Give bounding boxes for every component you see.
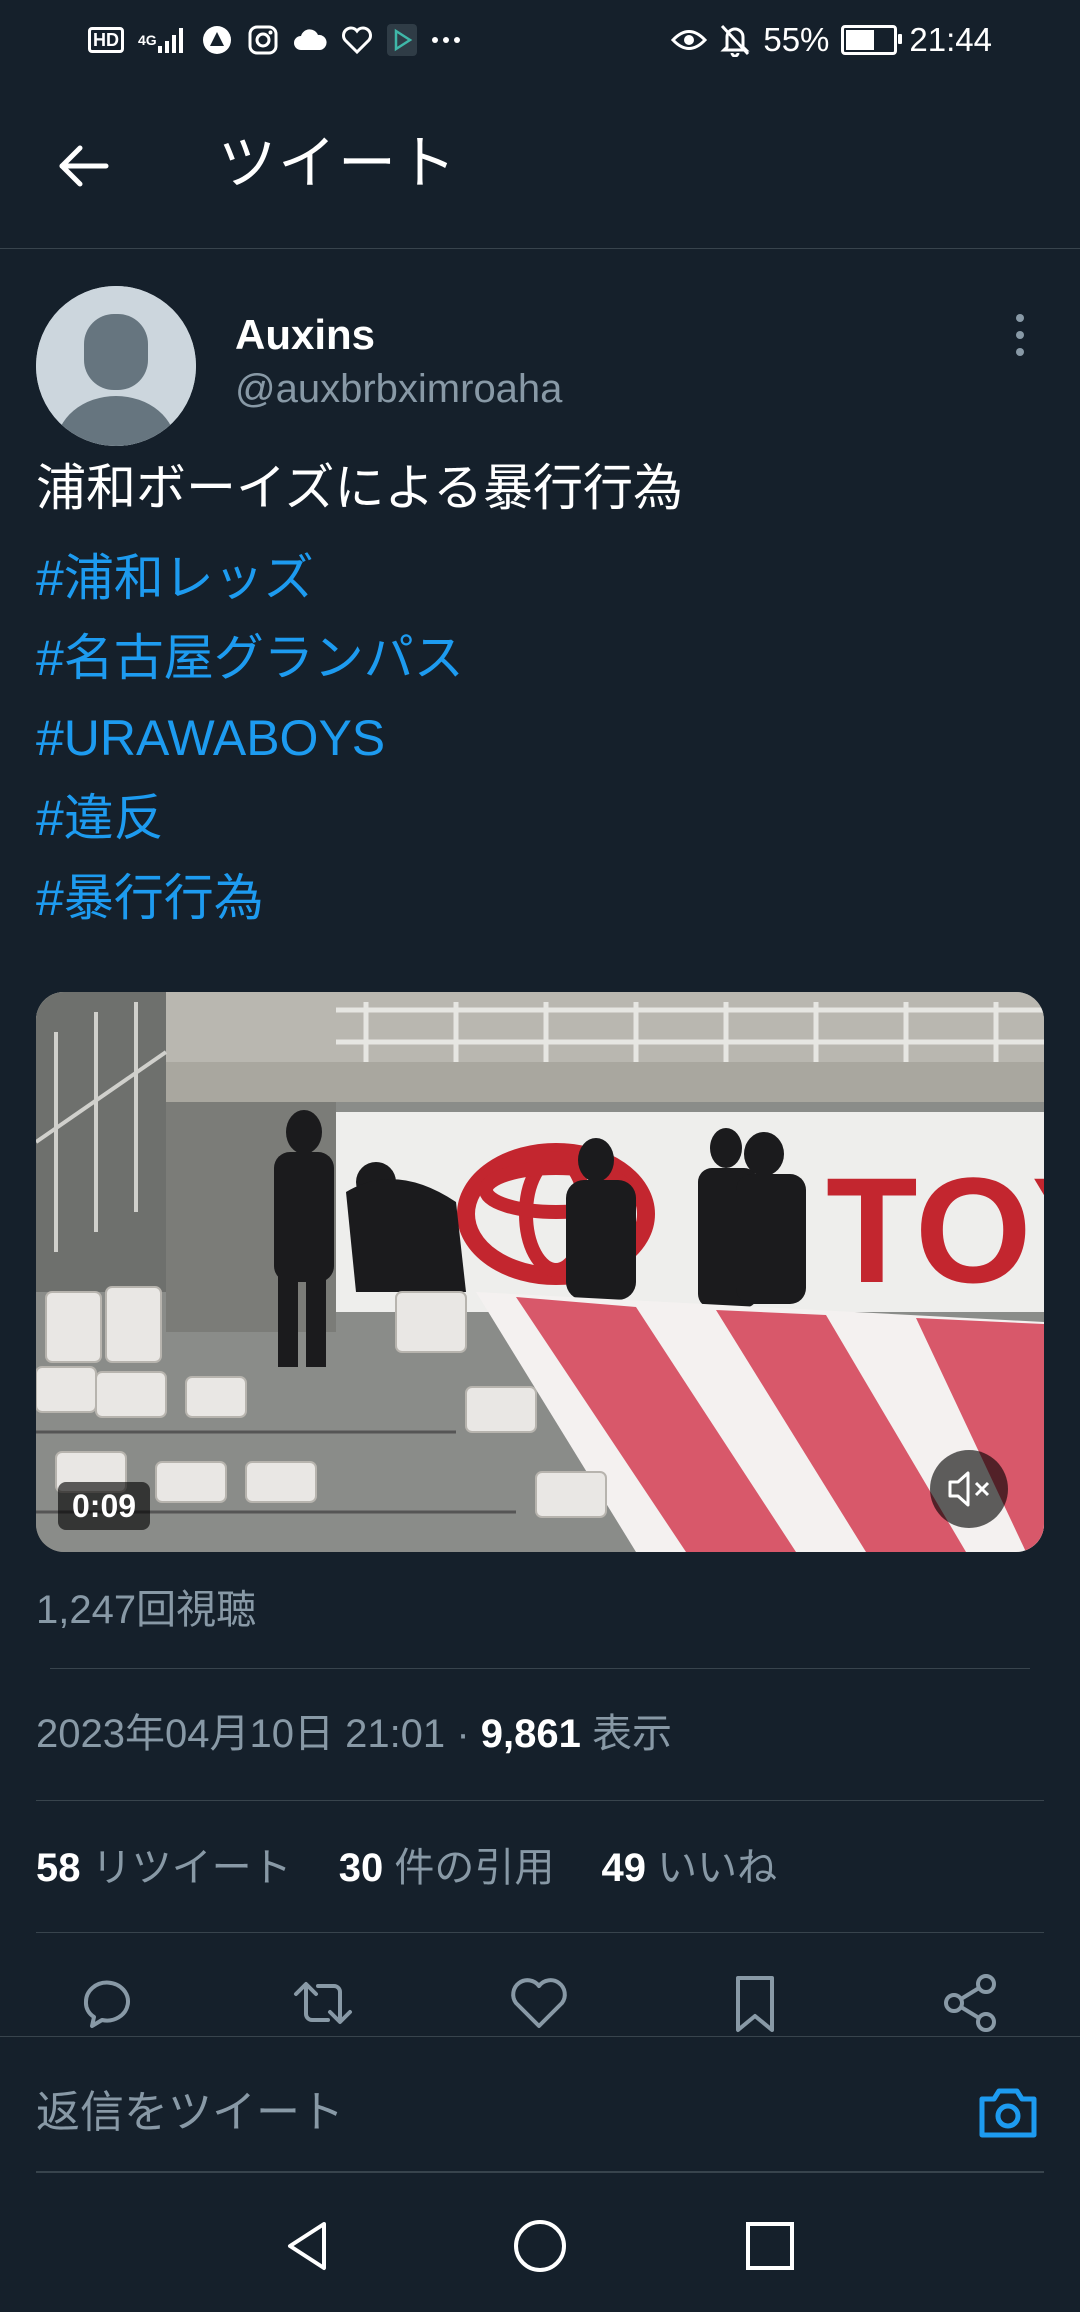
nav-home-icon[interactable] [510, 2216, 570, 2276]
app-bar: ツイート [0, 80, 1080, 249]
quotes-count: 30 [338, 1846, 384, 1890]
nav-back-icon[interactable] [278, 2216, 338, 2276]
bell-off-icon [719, 23, 751, 57]
reply-icon[interactable] [72, 1968, 142, 2038]
hd-icon: HD [88, 27, 124, 53]
play-store-icon [386, 24, 417, 56]
divider [36, 1932, 1044, 1933]
likes-label: いいね [657, 1846, 778, 1890]
status-bar: HD 4G 55% 21:44 [0, 0, 1080, 80]
hashtag-list: #浦和レッズ #名古屋グランパス #URAWABOYS #違反 #暴行行為 [36, 540, 1036, 940]
reply-input[interactable]: 返信をツイート [36, 2085, 344, 2141]
hashtag-link[interactable]: #浦和レッズ [36, 540, 1036, 620]
retweet-icon[interactable] [288, 1968, 358, 2038]
quotes-label: 件の引用 [394, 1846, 555, 1890]
hashtag-link[interactable]: #名古屋グランパス [36, 620, 1036, 700]
tweet-actions [0, 1960, 1080, 2040]
likes-stat[interactable]: 49 いいね [602, 1846, 778, 1890]
app-icon [201, 24, 233, 56]
share-icon[interactable] [936, 1968, 1006, 2038]
battery-icon [841, 25, 903, 55]
user-handle[interactable]: @auxbrbximroaha [235, 366, 562, 412]
likes-count: 49 [601, 1846, 647, 1890]
retweets-label: リツイート [91, 1846, 292, 1890]
cloud-icon [293, 28, 327, 52]
arrow-left-icon[interactable] [54, 136, 114, 196]
display-name[interactable]: Auxins [235, 312, 375, 358]
impressions-count: 9,861 [480, 1712, 581, 1756]
divider [36, 1800, 1044, 1801]
banner-text: TOY [826, 1146, 1044, 1314]
status-bar-left: HD 4G [88, 18, 461, 62]
reply-bar: 返信をツイート [0, 2036, 1080, 2173]
instagram-icon [247, 24, 279, 56]
engagement-stats: 58 リツイート 30 件の引用 49 いいね [36, 1840, 813, 1896]
hashtag-link[interactable]: #暴行行為 [36, 860, 1036, 940]
eye-icon [671, 27, 708, 53]
video-player[interactable]: TOY 0:09 [36, 992, 1044, 1552]
hashtag-link[interactable]: #違反 [36, 780, 1036, 860]
video-frame: TOY [36, 992, 1044, 1552]
mute-icon[interactable] [930, 1450, 1008, 1528]
default-avatar-icon [36, 286, 196, 446]
network-type: 4G [138, 32, 157, 48]
heart-icon [341, 25, 373, 55]
video-view-count: 1,247回視聴 [36, 1588, 257, 1632]
clock: 21:44 [909, 21, 992, 58]
camera-icon[interactable] [976, 2083, 1040, 2143]
battery-percent: 55% [763, 21, 830, 58]
retweets-count: 58 [36, 1846, 81, 1890]
video-duration: 0:09 [58, 1482, 151, 1530]
nav-recents-icon[interactable] [740, 2216, 800, 2276]
system-nav-bar [0, 2172, 1080, 2312]
quotes-stat[interactable]: 30 件の引用 [339, 1846, 555, 1890]
avatar[interactable] [36, 286, 196, 446]
status-bar-right: 55% 21:44 [671, 18, 992, 62]
timestamp[interactable]: 2023年04月10日 21:01 [36, 1712, 445, 1756]
impressions-label: 表示 [592, 1712, 672, 1756]
more-dots-icon [431, 35, 461, 45]
tweet-text: 浦和ボーイズによる暴行行為 [36, 460, 683, 516]
battery-fill [846, 30, 874, 50]
signal-icon: 4G [138, 26, 187, 54]
bookmark-icon[interactable] [720, 1968, 790, 2038]
retweets-stat[interactable]: 58 リツイート [36, 1846, 292, 1890]
divider [50, 1668, 1030, 1669]
hashtag-link[interactable]: #URAWABOYS [36, 700, 1036, 780]
meta-separator: · [456, 1712, 470, 1756]
tweet-meta: 2023年04月10日 21:01 · 9,861 表示 [36, 1706, 672, 1762]
more-options-icon[interactable] [1000, 310, 1040, 360]
page-title: ツイート [218, 131, 459, 196]
like-icon[interactable] [504, 1968, 574, 2038]
